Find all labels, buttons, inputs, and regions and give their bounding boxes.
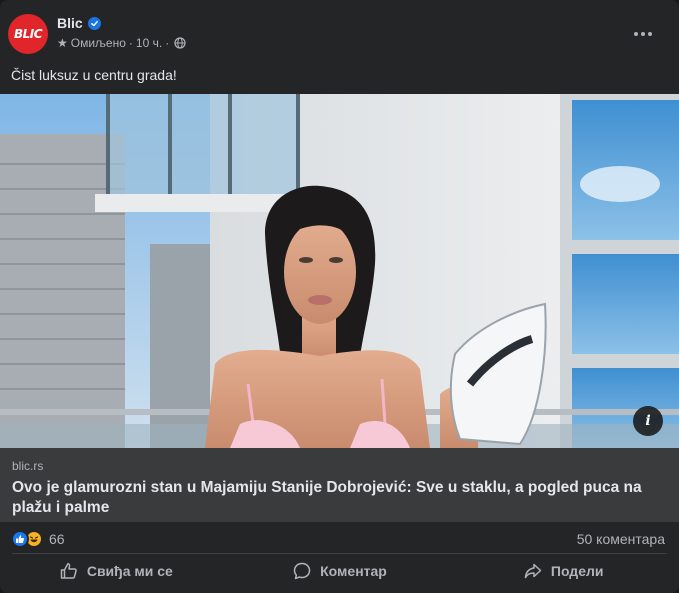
globe-icon [174, 37, 186, 49]
photo-illustration [0, 94, 679, 448]
link-preview[interactable]: blic.rs Ovo je glamurozni stan u Majamij… [0, 448, 679, 522]
dot-icon [634, 32, 638, 36]
link-title[interactable]: Ovo je glamurozni stan u Majamiju Stanij… [12, 478, 652, 518]
share-label: Подели [550, 563, 604, 579]
divider [12, 553, 667, 554]
post-meta: ★ Омиљено · 10 ч. · [57, 36, 186, 50]
dot-icon [648, 32, 652, 36]
favorites-label: Омиљено [70, 36, 126, 50]
page-name[interactable]: Blic [57, 15, 83, 31]
comments-count[interactable]: 50 коментара [577, 531, 665, 547]
comment-label: Коментар [320, 563, 387, 579]
post-text: Čist luksuz u centru grada! [11, 67, 177, 83]
post-header: BLIC Blic ★ Омиљено · 10 ч. · [8, 12, 667, 56]
link-domain: blic.rs [12, 459, 44, 473]
share-button[interactable]: Подели [451, 555, 675, 587]
comment-bubble-icon [293, 562, 311, 580]
star-icon: ★ [57, 36, 68, 50]
like-label: Свиђа ми се [86, 563, 173, 579]
page-name-row: Blic [57, 15, 101, 31]
verified-badge-icon [87, 16, 101, 30]
avatar-logo-text: BLIC [13, 27, 43, 41]
dot-icon [641, 32, 645, 36]
action-bar: Свиђа ми се Коментар Подели [4, 555, 675, 587]
post-time[interactable]: 10 ч. [136, 36, 162, 50]
more-options-button[interactable] [625, 16, 661, 52]
reactions-summary[interactable]: 66 [11, 530, 65, 548]
meta-separator: · [128, 36, 133, 50]
avatar[interactable]: BLIC [8, 14, 48, 54]
thumbs-up-icon [60, 563, 77, 579]
post-card: BLIC Blic ★ Омиљено · 10 ч. · Čist luksu… [0, 0, 679, 593]
share-arrow-icon [524, 563, 542, 579]
info-button[interactable]: i [633, 406, 663, 436]
meta-separator: · [165, 36, 170, 50]
comment-button[interactable]: Коментар [228, 555, 452, 587]
reaction-count: 66 [49, 531, 65, 547]
like-button[interactable]: Свиђа ми се [4, 555, 228, 587]
post-photo[interactable]: i [0, 94, 679, 448]
like-icon [11, 530, 29, 548]
